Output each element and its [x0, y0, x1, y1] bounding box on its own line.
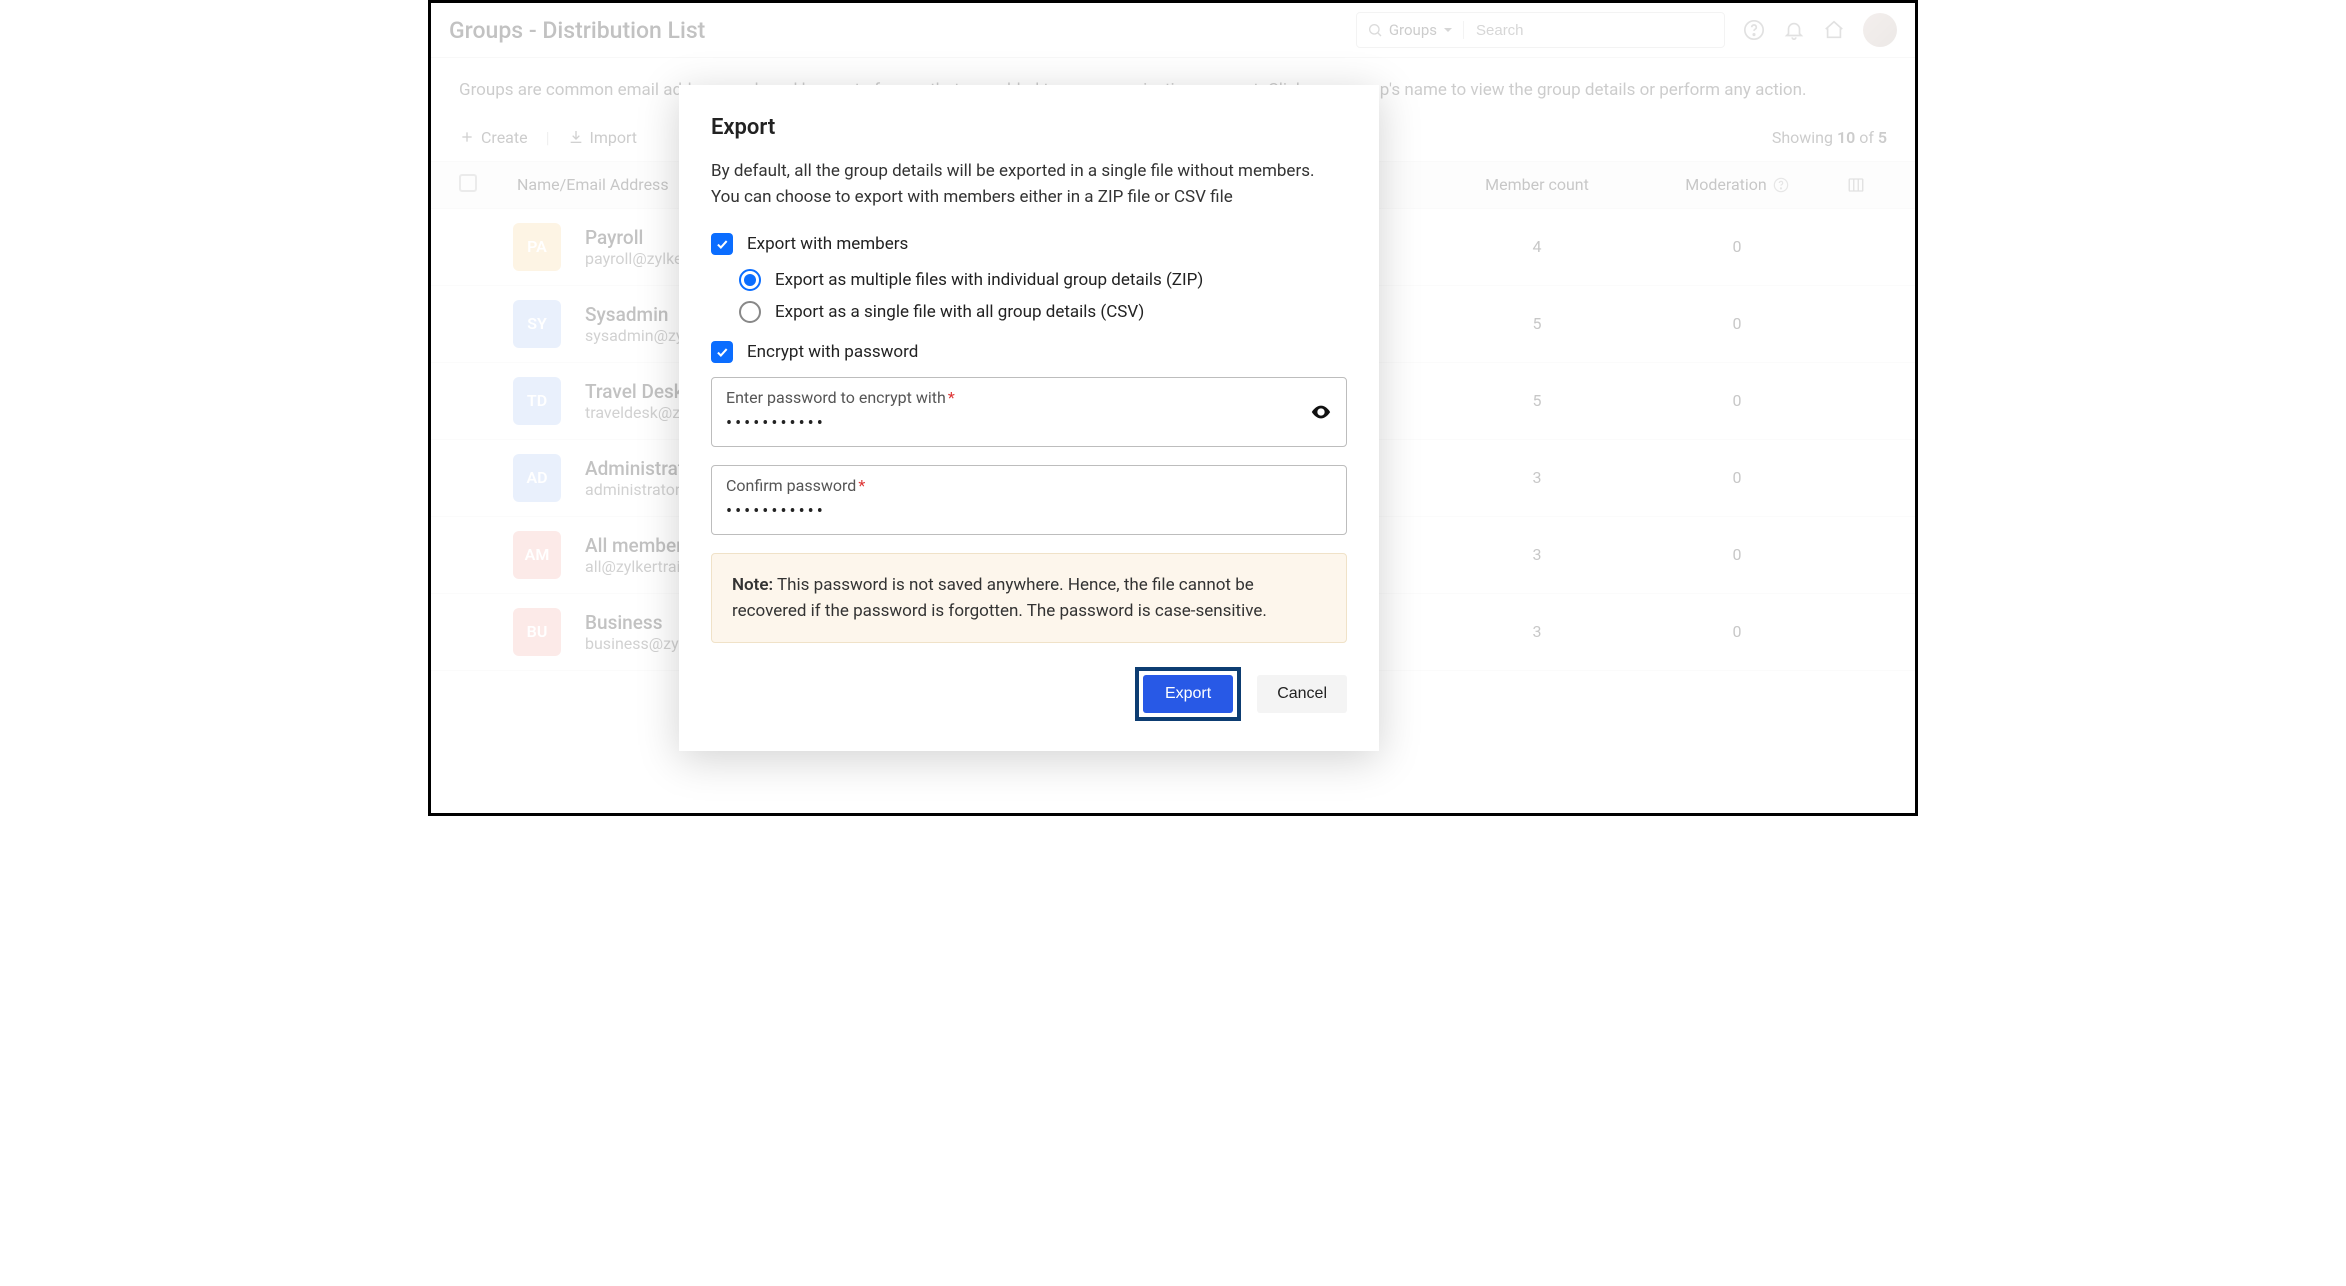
confirm-password-label: Confirm password [726, 476, 856, 495]
password-label: Enter password to encrypt with [726, 388, 946, 407]
modal-title: Export [711, 115, 1347, 140]
radio-zip[interactable] [739, 269, 761, 291]
confirm-password-field[interactable]: Confirm password* ••••••••••• [711, 465, 1347, 535]
password-value: ••••••••••• [726, 413, 1332, 434]
radio-group-format: Export as multiple files with individual… [711, 269, 1347, 323]
radio-csv[interactable] [739, 301, 761, 323]
export-button-highlight: Export [1135, 667, 1241, 721]
radio-csv-label: Export as a single file with all group d… [775, 302, 1144, 322]
modal-footer: Export Cancel [711, 667, 1347, 721]
encrypt-label: Encrypt with password [747, 342, 918, 362]
cancel-button[interactable]: Cancel [1257, 675, 1347, 713]
export-button[interactable]: Export [1143, 675, 1233, 713]
radio-zip-label: Export as multiple files with individual… [775, 270, 1203, 290]
confirm-password-value: ••••••••••• [726, 501, 1332, 522]
export-with-members-row[interactable]: Export with members [711, 233, 1347, 255]
radio-csv-row[interactable]: Export as a single file with all group d… [739, 301, 1347, 323]
encrypt-row[interactable]: Encrypt with password [711, 341, 1347, 363]
checkbox-encrypt[interactable] [711, 341, 733, 363]
export-with-members-label: Export with members [747, 234, 908, 254]
eye-icon[interactable] [1310, 401, 1332, 423]
radio-zip-row[interactable]: Export as multiple files with individual… [739, 269, 1347, 291]
password-field[interactable]: Enter password to encrypt with* ••••••••… [711, 377, 1347, 447]
export-modal: Export By default, all the group details… [679, 85, 1379, 751]
required-asterisk: * [948, 388, 955, 407]
note-text: This password is not saved anywhere. Hen… [732, 575, 1267, 621]
note-box: Note: This password is not saved anywher… [711, 553, 1347, 644]
modal-description: By default, all the group details will b… [711, 158, 1347, 211]
note-prefix: Note: [732, 575, 773, 595]
checkbox-export-members[interactable] [711, 233, 733, 255]
required-asterisk: * [858, 476, 865, 495]
